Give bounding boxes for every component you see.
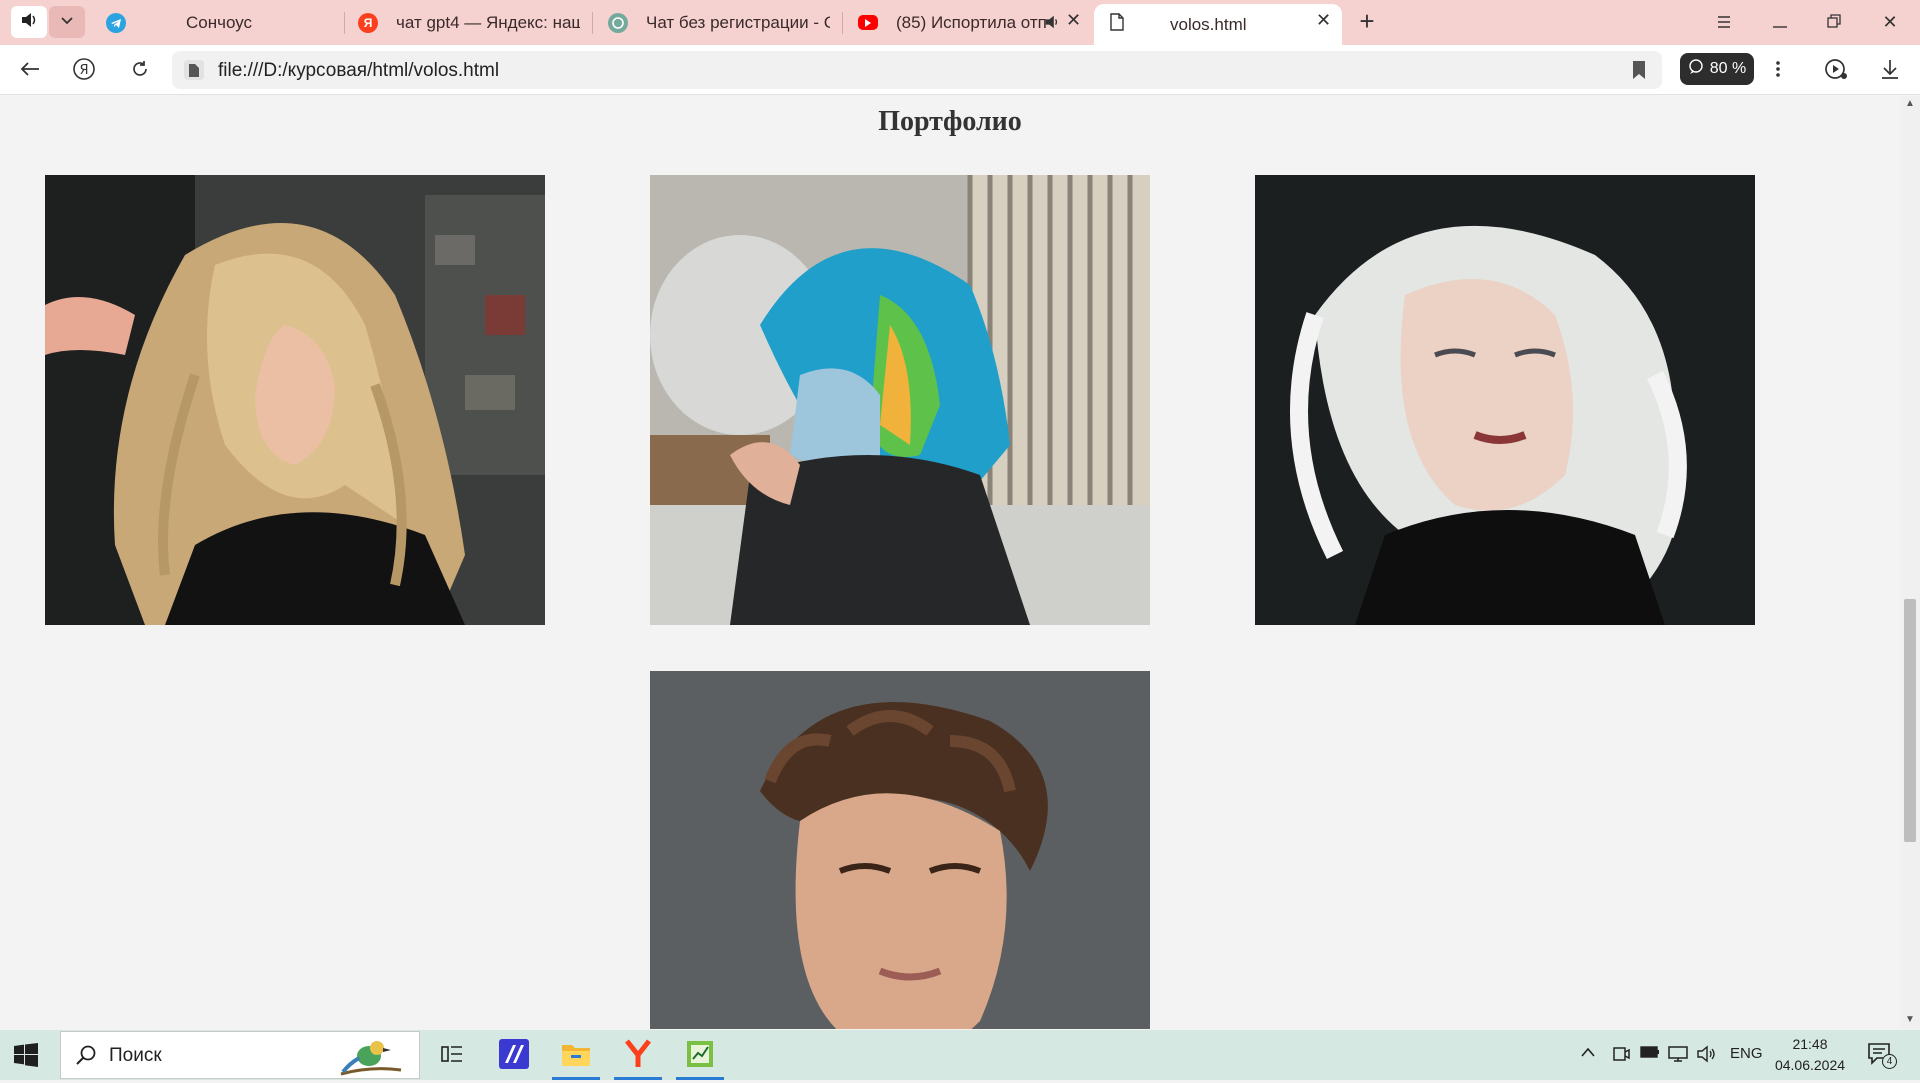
downloads-button[interactable]	[1874, 55, 1906, 87]
page-icon	[1110, 13, 1124, 36]
tab-telegram[interactable]	[106, 0, 134, 45]
search-placeholder: Поиск	[109, 1045, 162, 1066]
taskbar-app-editor[interactable]	[488, 1036, 540, 1076]
telegram-icon	[106, 12, 126, 33]
download-icon	[1881, 59, 1899, 84]
task-view-icon	[441, 1044, 463, 1069]
minimize-icon	[1773, 12, 1787, 33]
address-url-text: file:///D:/курсовая/html/volos.html	[218, 60, 500, 81]
tab-sound-button[interactable]	[11, 6, 47, 38]
yandex-home-button[interactable]: Я	[68, 55, 100, 87]
tab-separator	[842, 12, 843, 34]
close-window-button[interactable]: ✕	[1872, 8, 1908, 36]
page-content: Портфолио	[0, 96, 1900, 1029]
bookmark-icon[interactable]	[1632, 60, 1646, 85]
page-scrollbar[interactable]: ▲ ▼	[1900, 96, 1920, 1029]
network-icon[interactable]	[1668, 1045, 1688, 1067]
arrow-left-icon	[20, 61, 40, 82]
tabs-dropdown-button[interactable]	[49, 6, 85, 38]
meet-now-icon[interactable]	[1612, 1045, 1630, 1067]
back-button[interactable]	[14, 55, 46, 87]
tab-label: Чат без регистрации - Ch	[646, 12, 830, 32]
portfolio-photo-platinum	[1255, 175, 1755, 625]
restore-button[interactable]	[1816, 8, 1852, 36]
new-tab-button[interactable]: +	[1353, 8, 1381, 36]
taskbar-yandex-browser[interactable]	[612, 1036, 664, 1080]
tab-label: volos.html	[1170, 14, 1247, 34]
tab-volos-active[interactable]: volos.html	[1094, 4, 1342, 45]
bird-illustration-icon	[331, 1034, 411, 1083]
taskbar-paint-app[interactable]	[674, 1036, 726, 1080]
browser-toolbar: Я file:///D:/курсовая/html/volos.html 80…	[0, 45, 1920, 95]
notification-count-badge: 4	[1882, 1054, 1897, 1069]
play-circle-icon	[1824, 57, 1848, 86]
svg-text:Я: Я	[79, 63, 88, 78]
file-page-icon	[184, 60, 204, 80]
portfolio-photo-blonde	[45, 175, 545, 625]
page-title: Портфолио	[878, 106, 1022, 137]
chevron-down-icon	[60, 13, 74, 32]
restore-icon	[1827, 12, 1841, 33]
yandex-logo-icon: Я	[72, 57, 96, 86]
address-bar[interactable]: file:///D:/курсовая/html/volos.html	[172, 51, 1662, 89]
zoom-badge[interactable]: 80 %	[1680, 53, 1754, 85]
yandex-icon: Я	[358, 12, 378, 33]
folder-icon	[561, 1041, 591, 1072]
yandex-browser-icon	[623, 1038, 653, 1074]
task-view-button[interactable]	[426, 1036, 478, 1076]
more-vertical-icon	[1776, 60, 1780, 83]
scroll-down-arrow-icon[interactable]: ▼	[1905, 1014, 1915, 1025]
tab-audio-icon[interactable]	[1044, 14, 1060, 35]
youtube-icon	[858, 15, 878, 30]
scrollbar-thumb[interactable]	[1904, 599, 1916, 842]
tab-close-icon[interactable]: ✕	[1316, 10, 1331, 31]
browser-tab-strip: Сончоус Я чат gpt4 — Яндекс: нашлось Чат…	[0, 0, 1920, 45]
battery-icon[interactable]	[1640, 1045, 1660, 1063]
scroll-up-arrow-icon[interactable]: ▲	[1905, 98, 1915, 109]
tab-label: чат gpt4 — Яндекс: нашлось	[396, 12, 580, 32]
portfolio-photo-blue-green	[650, 175, 1150, 625]
reload-button[interactable]	[124, 55, 156, 87]
input-language[interactable]: ENG	[1730, 1045, 1763, 1062]
speaker-icon	[20, 11, 38, 34]
paint-chart-icon	[685, 1039, 715, 1074]
plus-icon: +	[1359, 6, 1375, 36]
taskbar-search-box[interactable]: Поиск	[60, 1031, 420, 1079]
app-editor-icon	[499, 1038, 529, 1074]
hamburger-icon	[1717, 12, 1731, 33]
browser-menu-button[interactable]	[1762, 55, 1794, 87]
tabs-menu-button[interactable]	[1706, 8, 1742, 36]
taskbar-clock[interactable]: 21:48 04.06.2024	[1765, 1034, 1855, 1076]
windows-taskbar: Поиск ENG 21:48 04.06.2024 4	[0, 1030, 1920, 1080]
tab-youtube[interactable]: (85) Испортила отпуск	[858, 0, 1046, 45]
zoom-chat-icon	[1688, 58, 1704, 80]
tab-chat[interactable]: Чат без регистрации - Ch	[608, 0, 830, 45]
tab-close-icon[interactable]: ✕	[1066, 10, 1081, 31]
clock-time: 21:48	[1792, 1036, 1828, 1052]
tab-separator	[344, 12, 345, 34]
tab-separator	[592, 12, 593, 34]
tab-sonchous[interactable]: Сончоус	[186, 0, 336, 45]
volume-icon[interactable]	[1696, 1045, 1716, 1067]
tab-yandex-search[interactable]: Я чат gpt4 — Яндекс: нашлось	[358, 0, 580, 45]
notification-center-button[interactable]: 4	[1868, 1042, 1897, 1069]
windows-start-button[interactable]	[14, 1043, 38, 1067]
minimize-button[interactable]	[1762, 8, 1798, 36]
windows-logo-icon	[14, 1043, 38, 1067]
reload-icon	[130, 59, 150, 84]
close-icon: ✕	[1882, 11, 1898, 32]
portfolio-photo-curly-man	[650, 671, 1150, 1029]
taskbar-file-explorer[interactable]	[550, 1036, 602, 1080]
tab-label: (85) Испортила отпуск	[896, 12, 1046, 32]
media-play-button[interactable]	[1820, 55, 1852, 87]
search-icon	[75, 1044, 97, 1071]
zoom-level: 80 %	[1709, 60, 1747, 77]
tray-overflow-icon[interactable]	[1580, 1045, 1596, 1062]
chatgpt-icon	[608, 12, 628, 33]
tab-label: Сончоус	[186, 12, 253, 32]
clock-date: 04.06.2024	[1774, 1057, 1846, 1073]
